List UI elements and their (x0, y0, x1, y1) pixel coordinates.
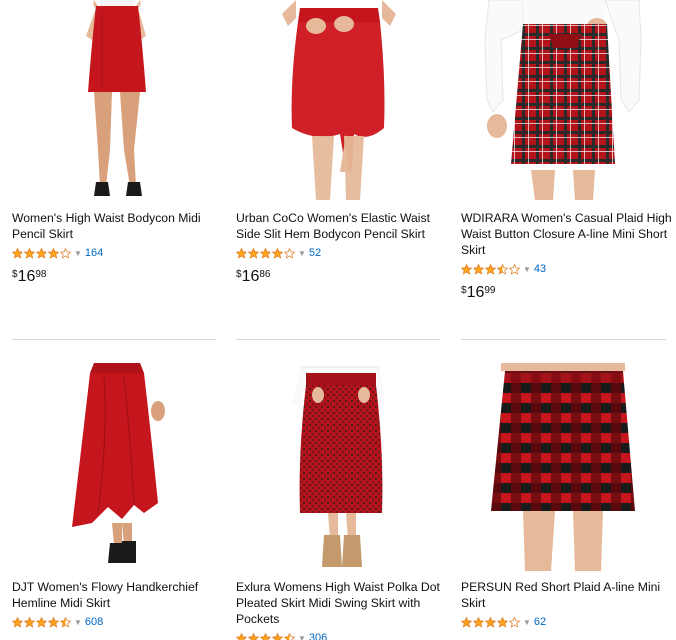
product-title[interactable]: WDIRARA Women's Casual Plaid High Waist … (461, 210, 675, 258)
star-full-icon (236, 632, 247, 640)
star-empty-icon (284, 247, 295, 259)
star-rating-icon (12, 247, 71, 259)
star-rating-icon (236, 632, 295, 640)
review-count[interactable]: 43 (534, 263, 546, 275)
star-empty-icon (509, 616, 520, 628)
row-divider (236, 339, 440, 340)
product-rating[interactable]: ▼ 62 (461, 615, 546, 629)
star-empty-icon (60, 247, 71, 259)
star-full-icon (473, 616, 484, 628)
star-half-icon (60, 616, 71, 628)
star-full-icon (461, 263, 472, 275)
chevron-down-icon: ▼ (74, 617, 82, 627)
product-price: $1686 (236, 268, 271, 285)
product-image[interactable] (461, 363, 667, 571)
product-price: $1698 (12, 268, 47, 285)
product-title[interactable]: Urban CoCo Women's Elastic Waist Side Sl… (236, 210, 450, 242)
star-half-icon (497, 263, 508, 275)
review-count[interactable]: 306 (309, 632, 327, 640)
star-full-icon (48, 616, 59, 628)
row-divider (12, 339, 216, 340)
star-full-icon (485, 263, 496, 275)
product-rating[interactable]: ▼ 52 (236, 246, 321, 260)
star-empty-icon (509, 263, 520, 275)
product-title[interactable]: Women's High Waist Bodycon Midi Pencil S… (12, 210, 226, 242)
chevron-down-icon: ▼ (298, 633, 306, 640)
star-rating-icon (236, 247, 295, 259)
star-rating-icon (461, 263, 520, 275)
product-image[interactable] (12, 363, 218, 571)
star-full-icon (48, 247, 59, 259)
product-rating[interactable]: ▼ 306 (236, 631, 327, 640)
product-rating[interactable]: ▼ 43 (461, 262, 546, 276)
row-divider (461, 339, 666, 340)
product-image[interactable] (236, 363, 442, 571)
star-full-icon (36, 616, 47, 628)
star-full-icon (24, 247, 35, 259)
star-full-icon (12, 616, 23, 628)
product-title[interactable]: Exlura Womens High Waist Polka Dot Pleat… (236, 579, 450, 627)
star-rating-icon (461, 616, 520, 628)
chevron-down-icon: ▼ (298, 248, 306, 258)
product-title[interactable]: PERSUN Red Short Plaid A-line Mini Skirt (461, 579, 675, 611)
product-image[interactable] (461, 0, 667, 200)
star-full-icon (485, 616, 496, 628)
review-count[interactable]: 62 (534, 616, 546, 628)
chevron-down-icon: ▼ (523, 264, 531, 274)
product-rating[interactable]: ▼ 164 (12, 246, 103, 260)
star-full-icon (272, 632, 283, 640)
review-count[interactable]: 164 (85, 247, 103, 259)
chevron-down-icon: ▼ (523, 617, 531, 627)
review-count[interactable]: 608 (85, 616, 103, 628)
star-full-icon (24, 616, 35, 628)
star-full-icon (36, 247, 47, 259)
star-full-icon (473, 263, 484, 275)
star-full-icon (497, 616, 508, 628)
product-rating[interactable]: ▼ 608 (12, 615, 103, 629)
star-full-icon (12, 247, 23, 259)
product-image[interactable] (12, 0, 218, 200)
star-full-icon (272, 247, 283, 259)
star-full-icon (461, 616, 472, 628)
star-full-icon (260, 247, 271, 259)
product-title[interactable]: DJT Women's Flowy Handkerchief Hemline M… (12, 579, 226, 611)
product-image[interactable] (236, 0, 442, 200)
star-full-icon (248, 632, 259, 640)
review-count[interactable]: 52 (309, 247, 321, 259)
product-grid: Women's High Waist Bodycon Midi Pencil S… (0, 0, 676, 640)
product-price: $1699 (461, 284, 496, 301)
star-half-icon (284, 632, 295, 640)
chevron-down-icon: ▼ (74, 248, 82, 258)
star-full-icon (260, 632, 271, 640)
star-rating-icon (12, 616, 71, 628)
star-full-icon (236, 247, 247, 259)
star-full-icon (248, 247, 259, 259)
